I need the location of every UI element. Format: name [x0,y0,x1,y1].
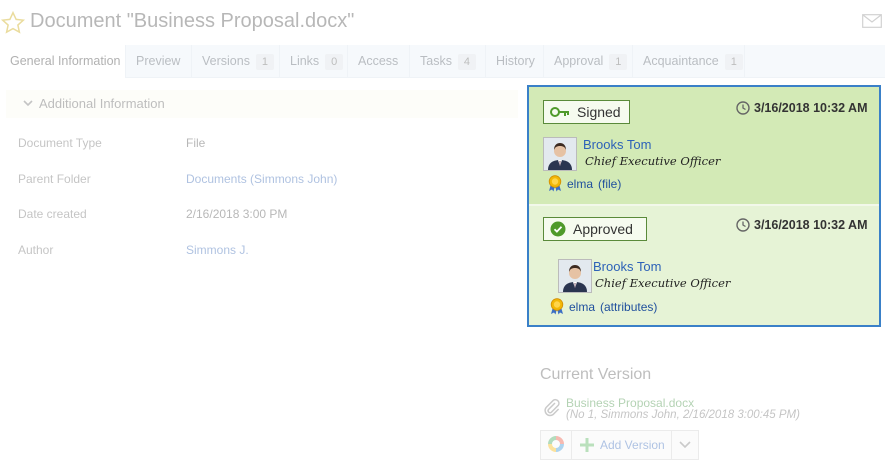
signature-panel: Signed 3/16/2018 10:32 AM Brooks Tom Chi… [527,85,881,327]
tab-general-information[interactable]: General Information [0,45,126,78]
section-title: Current Version [540,366,652,383]
certificate-link[interactable]: elma [569,300,595,314]
clock-icon [736,218,750,232]
version-meta: (No 1, Simmons John, 2/16/2018 3:00:45 P… [566,409,800,421]
timestamp: 3/16/2018 10:32 AM [736,101,868,115]
tab-tasks[interactable]: Tasks 4 [410,45,486,77]
dropdown-button[interactable] [672,431,698,459]
tab-label: Access [358,54,399,68]
section-title: Additional Information [39,96,165,111]
count-badge: 4 [457,54,476,70]
parent-folder-link[interactable]: Documents (Simmons John) [186,172,337,186]
property-value: File [186,136,206,150]
add-version-button[interactable]: Add Version [572,431,672,459]
mail-icon[interactable] [862,14,882,33]
add-version-label: Add Version [600,438,665,452]
tab-history[interactable]: History [486,45,544,77]
tab-label: Tasks [420,54,452,68]
office-button[interactable] [541,431,572,459]
person-role: Chief Executive Officer [595,276,731,290]
section-header[interactable]: Additional Information [6,90,518,118]
property-label: Parent Folder [18,172,91,186]
tab-versions[interactable]: Versions 1 [192,45,280,77]
certificate-type: (file) [598,176,622,191]
certificate-link[interactable]: elma [567,177,593,191]
page-title: Document "Business Proposal.docx" [30,10,355,32]
property-label: Date created [18,207,87,221]
tab-bar: General Information Preview Versions 1 Li… [0,45,885,78]
certificate-type: (attributes) [600,299,658,314]
timestamp-text: 3/16/2018 10:32 AM [754,218,868,232]
avatar [543,137,577,171]
property-label: Document Type [18,136,102,150]
chevron-down-icon [678,437,692,454]
timestamp-text: 3/16/2018 10:32 AM [754,101,868,115]
key-icon [550,106,570,118]
tab-access[interactable]: Access [348,45,410,77]
tab-label: Acquaintance [643,54,719,68]
count-badge: 1 [255,54,274,70]
tab-links[interactable]: Links 0 [280,45,348,77]
person-link[interactable]: Brooks Tom [593,259,661,274]
tab-label: Approval [554,54,604,68]
count-badge: 1 [609,54,628,70]
tab-label: Versions [202,54,250,68]
document-header: Document "Business Proposal.docx" [0,0,885,45]
approved-status-badge: Approved [543,217,647,241]
clock-icon [736,101,750,115]
approved-block: Approved 3/16/2018 10:32 AM Brooks Tom C… [529,206,879,325]
status-label: Signed [577,104,621,120]
check-circle-icon [550,221,566,237]
property-label: Author [18,243,54,257]
plus-icon [578,436,596,454]
timestamp: 3/16/2018 10:32 AM [736,218,868,232]
tab-label: Preview [136,54,181,68]
tab-label: History [496,54,535,68]
certificate-row: elma (attributes) [549,298,657,315]
tab-preview[interactable]: Preview [126,45,192,77]
tab-label: Links [290,54,320,68]
certificate-row: elma (file) [547,175,621,192]
paperclip-icon [542,398,560,423]
signed-status-badge: Signed [543,100,630,124]
status-label: Approved [573,221,633,237]
person-link[interactable]: Brooks Tom [583,137,651,152]
author-link[interactable]: Simmons J. [186,243,249,257]
signed-block: Signed 3/16/2018 10:32 AM Brooks Tom Chi… [529,87,879,206]
tab-approval[interactable]: Approval 1 [544,45,633,77]
office-icon [547,435,565,456]
certificate-icon [549,298,565,315]
chevron-down-icon [22,96,34,114]
file-link[interactable]: Business Proposal.docx [566,396,694,410]
version-toolbar: Add Version [540,430,699,460]
count-badge: 0 [325,54,344,70]
certificate-icon [547,175,563,192]
count-badge: 1 [724,54,743,70]
tab-label: General Information [10,54,121,68]
star-icon[interactable] [0,10,26,41]
property-value: 2/16/2018 3:00 PM [186,207,288,221]
tab-acquaintance[interactable]: Acquaintance 1 [633,45,745,77]
person-role: Chief Executive Officer [585,154,721,168]
avatar [558,259,592,293]
